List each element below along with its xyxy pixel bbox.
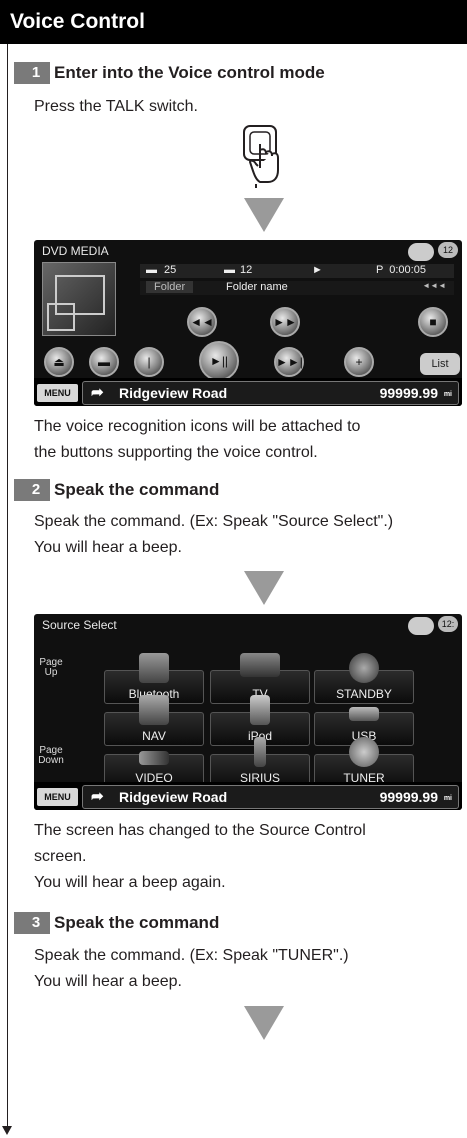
instruction-text: You will hear a beep.	[34, 539, 182, 556]
instruction-text: Press the TALK switch.	[34, 98, 198, 115]
flow-arrow	[2, 1126, 12, 1135]
folder-up-button[interactable]: +	[344, 347, 374, 377]
menu-button[interactable]: MENU	[37, 788, 78, 806]
source-select-screen: Source Select 12: Page Up Page Down Blue…	[34, 614, 462, 810]
step-title: Enter into the Voice control mode	[54, 63, 325, 82]
screen-title: Source Select	[42, 618, 117, 632]
navigation-bar: MENU ➦ Ridgeview Road 99999.99 mi	[34, 378, 462, 406]
back-button[interactable]	[408, 617, 434, 635]
eject-button[interactable]: ⏏	[44, 347, 74, 377]
instruction-text: You will hear a beep.	[34, 973, 182, 990]
folder-name: Folder name	[226, 281, 288, 293]
down-arrow-icon	[244, 198, 284, 232]
menu-button[interactable]: MENU	[37, 384, 78, 402]
rewind-button[interactable]: ◄◄	[187, 307, 217, 337]
source-standby-button[interactable]: STANDBY	[314, 653, 414, 704]
step-3: 3 Speak the command	[14, 912, 219, 934]
next-button[interactable]: ►►|	[274, 347, 304, 377]
navigation-bar: MENU ➦ Ridgeview Road 99999.99 mi	[34, 782, 462, 810]
road-name: Ridgeview Road	[119, 385, 228, 401]
info-bar: ▬ 25 ▬ 12 ► P 0:00:05	[140, 264, 454, 278]
section-header: Voice Control	[0, 0, 467, 44]
file-count-icon: ▬	[224, 264, 235, 276]
step-title: Speak the command	[54, 913, 220, 932]
hand-press-icon	[243, 125, 279, 188]
folder-label: Folder	[146, 281, 194, 293]
description-line-1: The voice recognition icons will be atta…	[34, 418, 361, 435]
distance-unit: mi	[443, 391, 452, 398]
page-down-button[interactable]: Page Down	[36, 746, 66, 766]
step-title: Speak the command	[54, 480, 220, 499]
file-count: 12	[240, 264, 253, 276]
road-name: Ridgeview Road	[119, 789, 228, 805]
usb-icon	[349, 707, 379, 721]
clock: 12	[438, 242, 458, 258]
dvd-media-screen: DVD MEDIA 12 ▬ 25 ▬ 12 ► P 0:00:05 Folde…	[34, 240, 462, 406]
page-up-button[interactable]: Page Up	[36, 658, 66, 678]
source-nav-button[interactable]: NAV	[104, 695, 204, 746]
folder-count: 25	[164, 264, 177, 276]
folder-count-icon: ▬	[146, 264, 157, 276]
step-1: 1 Enter into the Voice control mode	[14, 62, 325, 84]
list-button[interactable]: List	[420, 353, 460, 375]
description-line-3: You will hear a beep again.	[34, 874, 226, 891]
fast-forward-button[interactable]: ►►	[270, 307, 300, 337]
sirius-antenna-icon	[254, 737, 266, 767]
down-arrow-icon	[244, 571, 284, 605]
step-number: 2	[14, 479, 50, 501]
step-number: 3	[14, 912, 50, 934]
turn-arrow-icon: ➦	[91, 788, 104, 805]
flow-line	[7, 44, 8, 1129]
play-pause-button[interactable]: ►||	[199, 341, 239, 381]
description-line-2: screen.	[34, 848, 87, 865]
screen-title: DVD MEDIA	[42, 244, 109, 258]
distance-unit: mi	[443, 795, 452, 802]
navigation-icon	[139, 695, 169, 725]
folder-down-button[interactable]: ▬	[89, 347, 119, 377]
folder-bar: Folder Folder name ◄◄◄	[140, 281, 454, 295]
route-box[interactable]: ➦ Ridgeview Road 99999.99 mi	[82, 785, 459, 809]
instruction-text: Speak the command. (Ex: Speak "TUNER".)	[34, 947, 349, 964]
clock: 12:	[438, 616, 458, 632]
route-box[interactable]: ➦ Ridgeview Road 99999.99 mi	[82, 381, 459, 405]
step-number: 1	[14, 62, 50, 84]
tv-icon	[240, 653, 280, 677]
folder-thumbnail	[42, 262, 116, 336]
turn-arrow-icon: ➦	[91, 384, 104, 401]
distance: 99999.99	[379, 385, 438, 401]
description-line-1: The screen has changed to the Source Con…	[34, 822, 366, 839]
down-arrow-icon	[244, 1006, 284, 1040]
bluetooth-icon	[139, 653, 169, 683]
rewind-indicator-icon: ◄◄◄	[422, 281, 446, 290]
back-button[interactable]	[408, 243, 434, 261]
stop-button[interactable]: ■	[418, 307, 448, 337]
distance: 99999.99	[379, 789, 438, 805]
tuner-icon	[349, 737, 379, 767]
instruction-text: Speak the command. (Ex: Speak "Source Se…	[34, 513, 394, 530]
step-2: 2 Speak the command	[14, 479, 219, 501]
play-status: ►	[312, 264, 323, 276]
previous-button[interactable]: |◄◄	[134, 347, 164, 395]
play-time: P 0:00:05	[376, 264, 426, 276]
description-line-2: the buttons supporting the voice control…	[34, 444, 318, 461]
power-icon	[349, 653, 379, 683]
video-cable-icon	[139, 751, 169, 765]
ipod-icon	[250, 695, 270, 725]
